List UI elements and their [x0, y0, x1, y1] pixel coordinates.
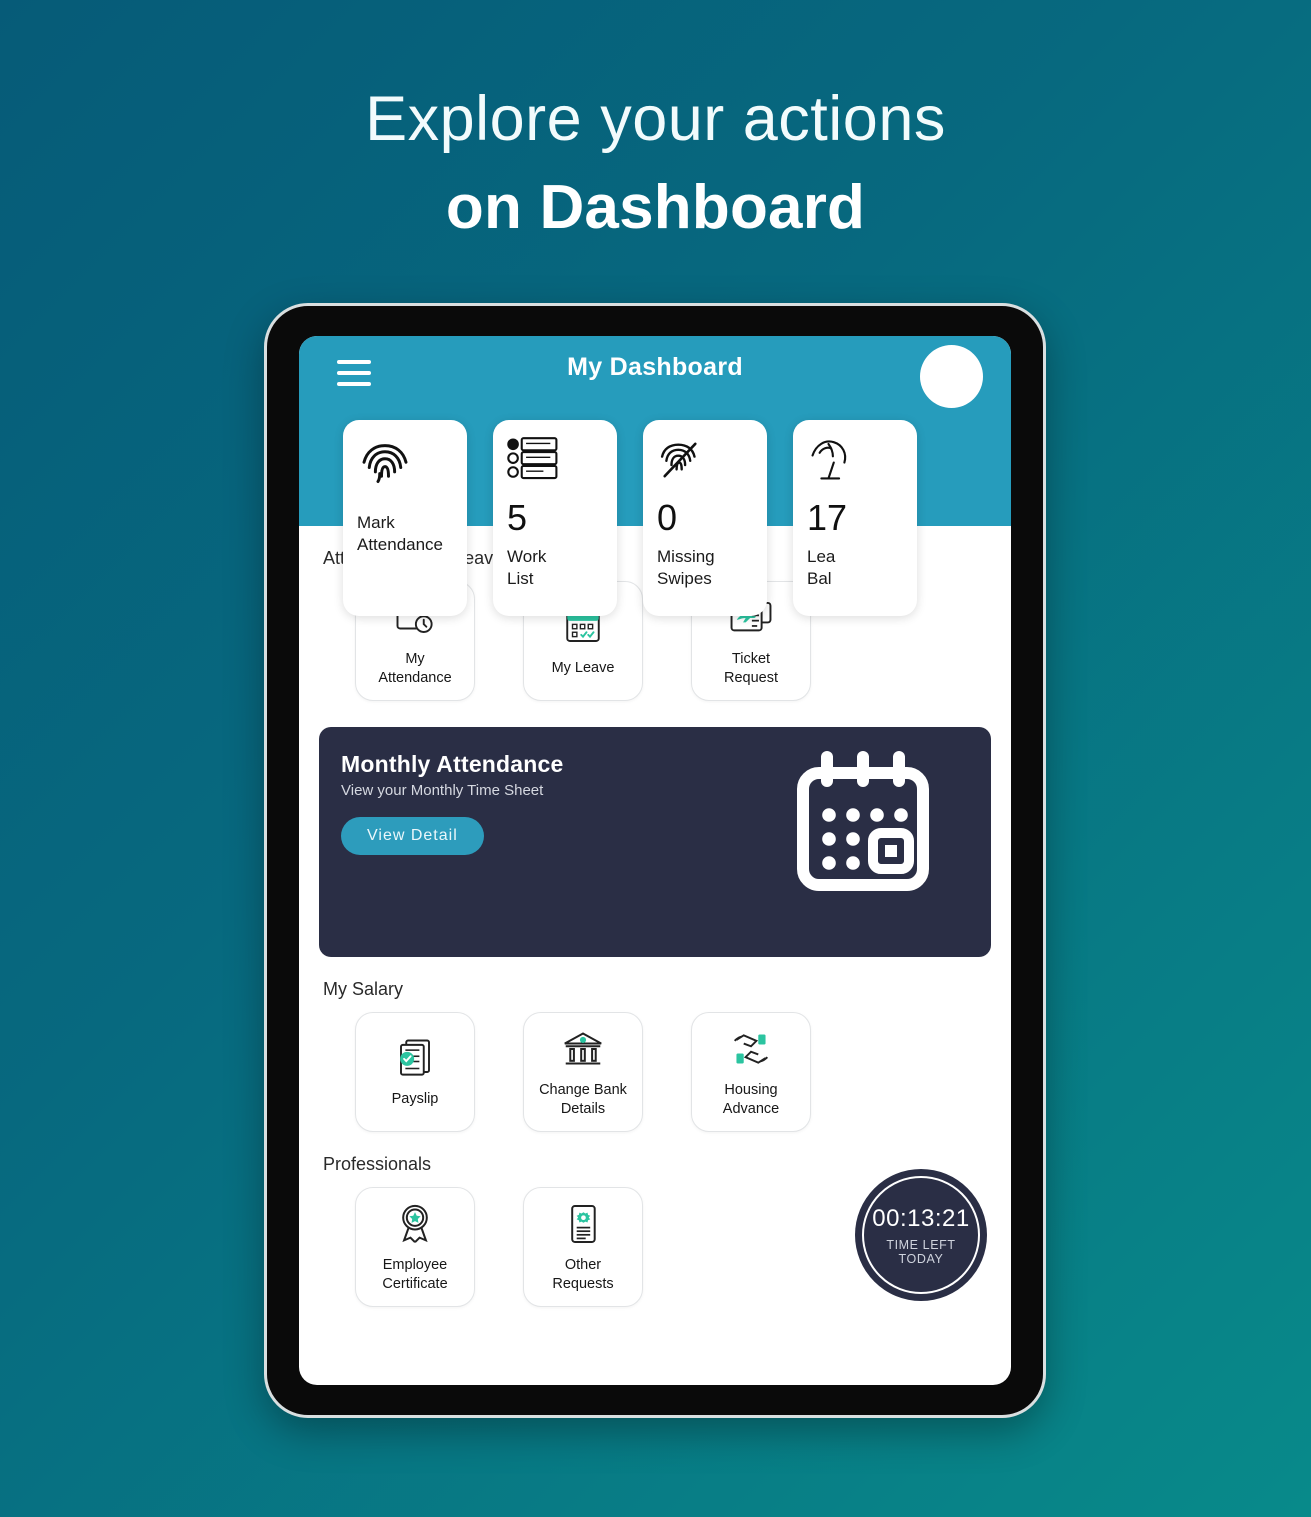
- tile-label: My Attendance: [374, 650, 455, 687]
- tile-label: Other Requests: [548, 1256, 617, 1293]
- tile-label: Ticket Request: [720, 650, 782, 687]
- fingerprint-slash-icon: [657, 436, 753, 494]
- tile-label-line-1: Employee: [382, 1256, 448, 1273]
- stat-label-line-2: List: [507, 569, 534, 589]
- stat-label-line-1: Lea: [807, 547, 836, 566]
- timer-caption-line-1: TIME LEFT: [886, 1237, 956, 1252]
- tile-row-my-salary: Payslip Change Bank Details Housing Adva…: [317, 1012, 993, 1132]
- tile-label-line-1: Change Bank: [539, 1081, 627, 1098]
- tile-label: My Leave: [548, 659, 619, 678]
- tile-label-line-2: Certificate: [382, 1275, 448, 1292]
- tile-label-line-2: Attendance: [378, 669, 452, 686]
- fingerprint-icon: [357, 436, 453, 494]
- tile-label-line-1: Other: [564, 1256, 602, 1273]
- tablet-device-frame: My Dashboard Mark Attendance 5 Work List…: [264, 303, 1046, 1418]
- professionals-tiles: Employee Certificate Other Requests: [317, 1187, 643, 1307]
- stat-card-mark-attendance[interactable]: Mark Attendance: [343, 420, 467, 616]
- stat-card-missing-swipes[interactable]: 0 Missing Swipes: [643, 420, 767, 616]
- promo-headline: Explore your actions on Dashboard: [0, 0, 1311, 239]
- tile-employee-certificate[interactable]: Employee Certificate: [355, 1187, 475, 1307]
- tile-housing-advance[interactable]: Housing Advance: [691, 1012, 811, 1132]
- tile-label-line-1: Payslip: [391, 1091, 439, 1108]
- dashboard-content: Attendance and Leave M: [299, 548, 1011, 1307]
- tile-label: Payslip: [388, 1090, 443, 1109]
- stat-card-label: Mark Attendance: [357, 512, 453, 556]
- tile-label-line-2: Request: [723, 669, 778, 686]
- document-gear-icon: [565, 1201, 601, 1247]
- stat-card-row: Mark Attendance 5 Work List 0 Missing Sw…: [299, 420, 1011, 616]
- tile-label: Employee Certificate: [378, 1256, 451, 1293]
- tile-row-professionals: Employee Certificate Other Requests 00:1…: [317, 1169, 993, 1307]
- beach-umbrella-icon: [807, 436, 903, 494]
- stat-label-line-2: Attendance: [357, 535, 444, 555]
- timer-caption-line-2: TODAY: [898, 1251, 944, 1266]
- money-hands-icon: [729, 1026, 773, 1072]
- tile-label-line-1: Ticket: [731, 650, 771, 667]
- device-screen: My Dashboard Mark Attendance 5 Work List…: [299, 336, 1011, 1385]
- stat-card-value: 17: [807, 497, 848, 538]
- stat-card-label: Missing Swipes: [657, 546, 753, 590]
- tile-label-line-1: Housing: [724, 1081, 778, 1098]
- calendar-grid-icon: [779, 749, 947, 914]
- user-avatar-icon[interactable]: [920, 345, 983, 408]
- stat-card-label: Work List: [507, 546, 603, 590]
- checklist-icon: [507, 436, 603, 494]
- tile-payslip[interactable]: Payslip: [355, 1012, 475, 1132]
- award-ribbon-icon: [395, 1201, 435, 1247]
- bank-building-icon: [561, 1026, 605, 1072]
- section-title-my-salary: My Salary: [323, 979, 404, 999]
- tile-label-line-2: Details: [560, 1100, 606, 1117]
- stat-label-line-2: Swipes: [657, 569, 712, 589]
- headline-line-2: on Dashboard: [445, 173, 866, 242]
- payslip-check-icon: [395, 1035, 435, 1081]
- stat-label-line-2: Bal: [807, 569, 832, 589]
- stat-label-line-1: Work: [507, 547, 547, 566]
- tile-label-line-2: Advance: [722, 1100, 780, 1117]
- section-title-professionals: Professionals: [323, 1154, 432, 1174]
- tile-label-line-1: My Leave: [551, 660, 615, 677]
- stat-label-line-1: Missing: [657, 547, 715, 566]
- stat-card-value: 5: [507, 497, 528, 538]
- stat-label-line-1: Mark: [357, 513, 395, 532]
- tile-label: Housing Advance: [719, 1081, 783, 1118]
- tile-change-bank-details[interactable]: Change Bank Details: [523, 1012, 643, 1132]
- headline-line-1: Explore your actions: [365, 84, 946, 154]
- time-left-today-widget[interactable]: 00:13:21 TIME LEFT TODAY: [855, 1169, 987, 1301]
- view-detail-button[interactable]: View Detail: [341, 817, 484, 855]
- tile-label: Change Bank Details: [535, 1081, 631, 1118]
- stat-card-label: Lea Bal: [807, 546, 903, 590]
- tile-other-requests[interactable]: Other Requests: [523, 1187, 643, 1307]
- timer-value: 00:13:21: [872, 1204, 970, 1232]
- stat-card-value: 0: [657, 497, 678, 538]
- page-title: My Dashboard: [567, 353, 743, 381]
- monthly-attendance-banner: Monthly Attendance View your Monthly Tim…: [319, 727, 991, 957]
- tile-label-line-1: My: [405, 650, 425, 667]
- stat-card-leave-balance[interactable]: 17 Lea Bal: [793, 420, 917, 616]
- stat-card-work-list[interactable]: 5 Work List: [493, 420, 617, 616]
- tile-label-line-2: Requests: [552, 1275, 614, 1292]
- app-header: My Dashboard Mark Attendance 5 Work List…: [299, 336, 1011, 616]
